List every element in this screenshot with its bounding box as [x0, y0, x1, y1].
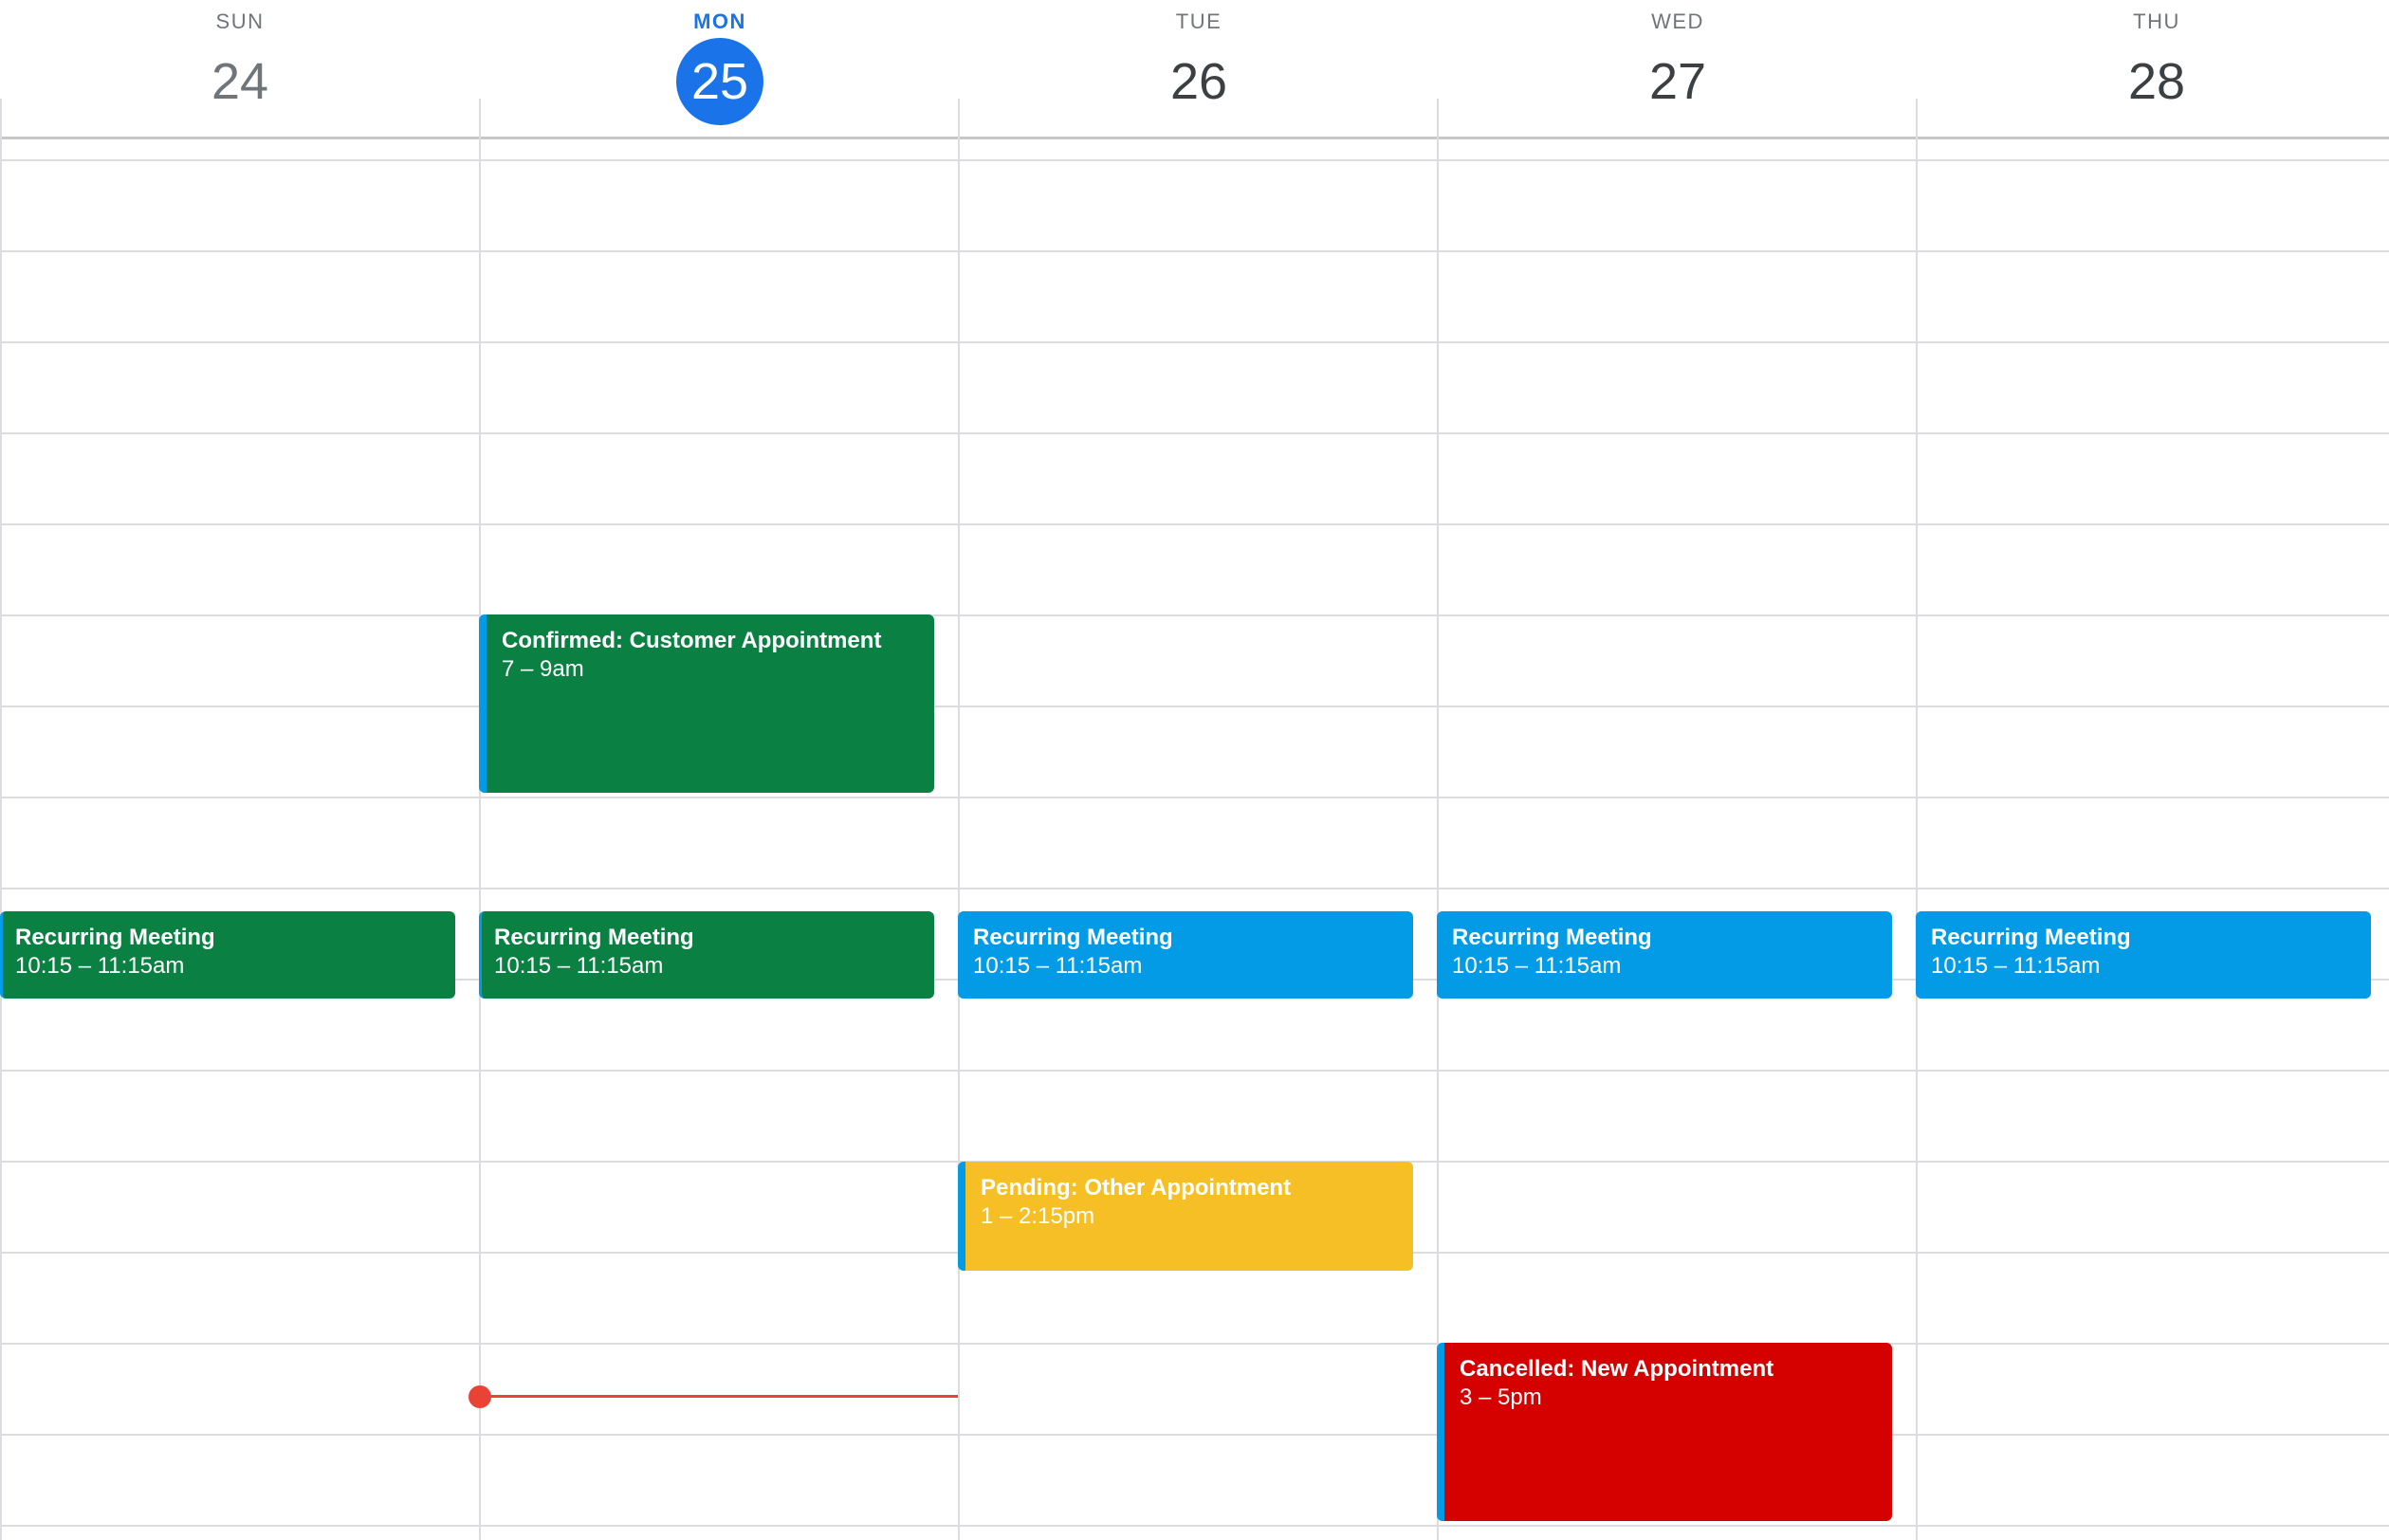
event-time: 10:15 – 11:15am: [1452, 953, 1622, 979]
current-time-dot: [469, 1385, 491, 1408]
event-confirmed-customer-appointment[interactable]: Confirmed: Customer Appointment 7 – 9am: [479, 614, 934, 793]
hour-gridline: [0, 1070, 2389, 1072]
date-number-today[interactable]: 25: [676, 38, 763, 125]
day-of-week-label-today: MON: [693, 9, 746, 33]
hour-gridline: [0, 888, 2389, 889]
current-time-line: [479, 1395, 958, 1398]
hour-gridline: [0, 523, 2389, 525]
event-pending-other-appointment[interactable]: Pending: Other Appointment 1 – 2:15pm: [958, 1162, 1413, 1271]
hour-gridline: [0, 1434, 2389, 1436]
day-of-week-label: WED: [1651, 9, 1704, 33]
header-divider: [0, 137, 2389, 139]
day-column-divider: [479, 99, 481, 1540]
hour-gridline: [0, 432, 2389, 434]
day-column-divider: [1916, 99, 1918, 1540]
day-header-mon[interactable]: MON 25: [480, 0, 960, 138]
hour-gridline: [0, 706, 2389, 707]
hour-gridline: [0, 159, 2389, 161]
event-title: Recurring Meeting: [1452, 925, 1652, 950]
event-time: 10:15 – 11:15am: [973, 953, 1143, 979]
event-time: 1 – 2:15pm: [981, 1203, 1095, 1229]
event-title: Confirmed: Customer Appointment: [502, 628, 882, 653]
event-title: Recurring Meeting: [494, 925, 694, 950]
event-recurring-meeting-tue[interactable]: Recurring Meeting 10:15 – 11:15am: [958, 911, 1413, 999]
hour-gridline: [0, 797, 2389, 798]
day-header-thu[interactable]: THU 28: [1917, 0, 2389, 138]
event-recurring-meeting-wed[interactable]: Recurring Meeting 10:15 – 11:15am: [1437, 911, 1892, 999]
day-of-week-label: TUE: [1175, 9, 1222, 33]
event-title: Recurring Meeting: [1931, 925, 2131, 950]
day-column-divider: [1437, 99, 1439, 1540]
event-recurring-meeting-thu[interactable]: Recurring Meeting 10:15 – 11:15am: [1916, 911, 2371, 999]
date-number[interactable]: 28: [2113, 38, 2200, 125]
event-recurring-meeting-sun[interactable]: Recurring Meeting 10:15 – 11:15am: [0, 911, 455, 999]
day-column-divider: [958, 99, 960, 1540]
day-header-sun[interactable]: SUN 24: [0, 0, 480, 138]
event-title: Recurring Meeting: [15, 925, 215, 950]
hour-gridline: [0, 1525, 2389, 1527]
day-header-wed[interactable]: WED 27: [1438, 0, 1918, 138]
hour-gridline: [0, 614, 2389, 616]
hour-gridline: [0, 1343, 2389, 1345]
event-title: Cancelled: New Appointment: [1460, 1356, 1774, 1382]
hour-gridline: [0, 341, 2389, 343]
day-of-week-label: SUN: [215, 9, 265, 33]
hour-gridline: [0, 250, 2389, 252]
event-title: Pending: Other Appointment: [981, 1175, 1292, 1201]
event-time: 10:15 – 11:15am: [1931, 953, 2101, 979]
event-recurring-meeting-mon[interactable]: Recurring Meeting 10:15 – 11:15am: [479, 911, 934, 999]
event-time: 7 – 9am: [502, 656, 584, 682]
date-number[interactable]: 27: [1634, 38, 1721, 125]
calendar-week-view: SUN 24 MON 25 TUE 26 WED 27 THU 28 Confi…: [0, 0, 2389, 1540]
event-time: 10:15 – 11:15am: [494, 953, 664, 979]
event-time: 3 – 5pm: [1460, 1384, 1542, 1410]
date-number[interactable]: 26: [1155, 38, 1242, 125]
date-number[interactable]: 24: [196, 38, 284, 125]
event-title: Recurring Meeting: [973, 925, 1173, 950]
day-header-tue[interactable]: TUE 26: [959, 0, 1439, 138]
day-of-week-label: THU: [2133, 9, 2180, 33]
event-cancelled-new-appointment[interactable]: Cancelled: New Appointment 3 – 5pm: [1437, 1343, 1892, 1521]
event-time: 10:15 – 11:15am: [15, 953, 185, 979]
day-column-divider: [0, 99, 2, 1540]
